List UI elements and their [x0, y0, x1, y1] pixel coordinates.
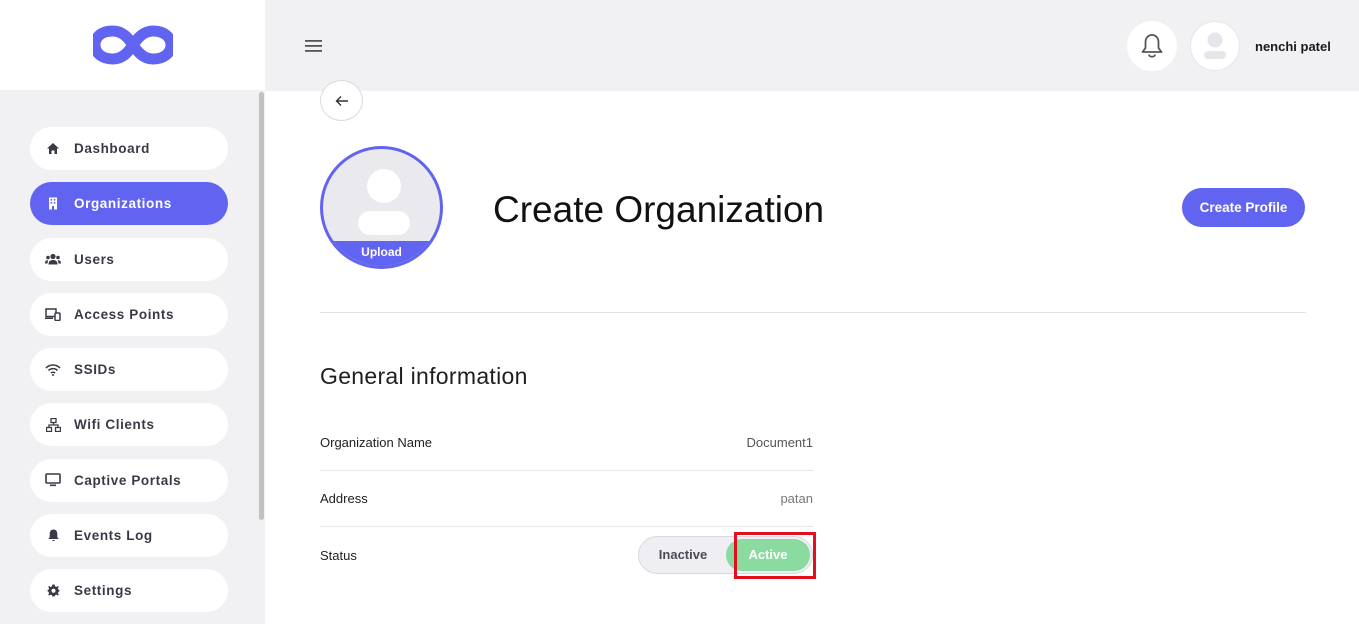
wifi-icon: [45, 362, 61, 378]
organization-name-input[interactable]: [613, 435, 813, 450]
create-profile-button[interactable]: Create Profile: [1182, 188, 1305, 227]
sidebar-item-settings[interactable]: Settings: [30, 569, 228, 613]
user-avatar[interactable]: [1190, 21, 1240, 71]
bell-icon: [1141, 34, 1163, 58]
sidebar-item-label: Dashboard: [74, 141, 150, 156]
status-active-option[interactable]: Active: [726, 539, 810, 571]
hamburger-menu-icon[interactable]: [304, 37, 324, 55]
profile-photo[interactable]: Upload: [320, 146, 443, 269]
back-button[interactable]: [320, 80, 363, 121]
users-icon: [45, 251, 61, 267]
infinity-logo-icon: [92, 25, 173, 65]
sidebar-item-wifi-clients[interactable]: Wifi Clients: [30, 403, 228, 447]
sidebar-item-dashboard[interactable]: Dashboard: [30, 127, 228, 170]
section-title: General information: [320, 363, 528, 389]
sidebar-item-ssids[interactable]: SSIDs: [30, 348, 228, 392]
page-title: Create Organization: [493, 189, 825, 230]
notifications-button[interactable]: [1127, 21, 1177, 71]
organization-name-label: Organization Name: [320, 435, 432, 450]
arrow-left-icon: [335, 95, 348, 106]
sidebar: Dashboard Organizations Users Access Poi…: [0, 0, 265, 624]
sidebar-item-events-log[interactable]: Events Log: [30, 514, 228, 558]
bell-icon: [45, 528, 61, 544]
organization-name-row: Organization Name: [320, 415, 813, 471]
status-label: Status: [320, 547, 357, 563]
sidebar-item-label: Organizations: [74, 196, 172, 212]
address-row: Address: [320, 471, 813, 527]
sidebar-item-label: SSIDs: [74, 362, 117, 378]
sidebar-scrollbar[interactable]: [259, 92, 264, 520]
sidebar-item-label: Captive Portals: [74, 472, 182, 488]
building-icon: [45, 196, 61, 212]
sidebar-item-label: Settings: [74, 583, 133, 599]
sidebar-item-organizations[interactable]: Organizations: [30, 182, 228, 226]
status-inactive-option[interactable]: Inactive: [639, 537, 727, 573]
sidebar-item-label: Access Points: [74, 306, 175, 322]
user-placeholder-icon: [1204, 32, 1226, 59]
sidebar-item-access-points[interactable]: Access Points: [30, 292, 228, 336]
upload-button[interactable]: Upload: [323, 241, 440, 266]
sidebar-item-label: Users: [74, 251, 115, 267]
sidebar-item-captive-portals[interactable]: Captive Portals: [30, 458, 228, 502]
sidebar-nav: Dashboard Organizations Users Access Poi…: [30, 127, 228, 624]
divider: [320, 312, 1306, 313]
user-name[interactable]: nenchi patel: [1255, 39, 1331, 54]
home-icon: [45, 141, 61, 157]
monitor-icon: [45, 472, 61, 488]
sidebar-item-label: Events Log: [74, 528, 153, 544]
network-icon: [45, 417, 61, 433]
logo[interactable]: [0, 0, 265, 90]
sidebar-item-label: Wifi Clients: [74, 417, 155, 433]
sidebar-item-users[interactable]: Users: [30, 237, 228, 281]
devices-icon: [45, 306, 61, 322]
status-toggle[interactable]: Inactive Active: [638, 536, 813, 574]
gear-icon: [45, 583, 61, 599]
address-input[interactable]: [613, 491, 813, 506]
address-label: Address: [320, 491, 368, 506]
